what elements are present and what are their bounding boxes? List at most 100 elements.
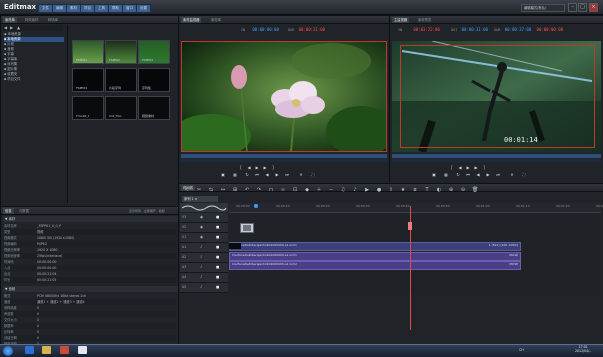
step-forward-icon[interactable]: ▶ (474, 166, 478, 170)
tab-effects[interactable]: 特效素材 (23, 17, 40, 23)
insert-icon[interactable]: ▣ (221, 173, 225, 177)
razor-tool-icon[interactable]: ✂ (196, 187, 202, 193)
sequence-tab[interactable]: 序列 1 × (182, 196, 218, 202)
menu-file[interactable]: 文件 (38, 4, 53, 13)
step-back-icon[interactable]: ◀ (458, 166, 462, 170)
clip-thumbnail[interactable]: Fmo16_t (72, 96, 104, 120)
program-video-frame[interactable]: 00:01:14 (392, 41, 601, 152)
visibility-icon[interactable]: ◉ (200, 215, 203, 219)
workspace-select[interactable]: 编辑模式(默认) (521, 4, 565, 12)
track-header[interactable]: A4 ♪ ■ (180, 273, 228, 283)
section-audio[interactable]: ▼ 音频 (3, 286, 178, 292)
visibility-icon[interactable]: ◉ (200, 225, 203, 229)
delete-track-icon[interactable]: － (328, 187, 334, 193)
add-track-icon[interactable]: ＋ (316, 187, 322, 193)
menu-project[interactable]: 项目 (80, 4, 95, 13)
lock-icon[interactable]: ■ (216, 235, 219, 239)
play-reverse-icon[interactable]: ◀ (476, 173, 480, 177)
program-scrub-bar[interactable] (392, 154, 601, 158)
marker-icon[interactable]: ◆ (304, 187, 310, 193)
menu-tools[interactable]: 工具 (94, 4, 109, 13)
export-icon[interactable]: ⇪ (388, 187, 394, 193)
clip-thumbnail[interactable]: FSPP02 (105, 40, 137, 64)
back-icon[interactable]: ◀ (4, 25, 7, 30)
audio-icon[interactable]: ♪ (200, 265, 202, 269)
zoom-out-icon[interactable]: ⊖ (460, 187, 466, 193)
splitter[interactable] (67, 25, 68, 203)
step-back-icon[interactable]: ◀ (247, 166, 251, 170)
property-row[interactable]: 时长 00:00:21:05 (4, 277, 176, 283)
goto-start-icon[interactable]: ⏮ (466, 173, 470, 177)
clip-thumbnail[interactable]: FSPP01 (72, 40, 104, 64)
tab-transitions[interactable]: 转场库 (46, 17, 60, 23)
mark-out-icon[interactable]: ] (482, 166, 486, 170)
transition-icon[interactable]: ⧖ (412, 187, 418, 193)
loop-icon[interactable]: ↻ (245, 173, 249, 177)
properties-options[interactable]: 显示所有 · 全部展开 · 收起 (129, 208, 165, 214)
menu-window[interactable]: 窗口 (122, 4, 137, 13)
track-header[interactable]: A5 ♪ ■ (180, 283, 228, 293)
maximize-button[interactable]: □ (578, 3, 587, 12)
track-header[interactable]: A2 ♪ ■ (180, 253, 228, 263)
clip-thumbnail[interactable]: 片段序列 (105, 68, 137, 92)
capture-icon[interactable]: ● (376, 187, 382, 193)
media-player-icon[interactable] (60, 346, 69, 354)
tab-source-monitor[interactable]: 素材监视器 (181, 17, 202, 23)
audio-icon[interactable]: ♪ (200, 255, 202, 259)
menu-help[interactable]: 帮助 (108, 4, 123, 13)
editmax-task-icon[interactable] (78, 346, 87, 354)
volume-icon[interactable]: ♪ (352, 187, 358, 193)
lift-icon[interactable]: ▣ (432, 173, 436, 177)
clip-thumbnail[interactable]: Cnt_fmo (105, 96, 137, 120)
tab-metadata[interactable]: 元数据 (17, 208, 31, 214)
play-reverse-icon[interactable]: ◀ (265, 173, 269, 177)
section-clip[interactable]: ▼ 素材 (3, 216, 178, 222)
source-video-frame[interactable] (181, 41, 387, 152)
zoom-in-icon[interactable]: ⊕ (448, 187, 454, 193)
extract-icon[interactable]: ▦ (444, 173, 448, 177)
audio-mixer-icon[interactable]: ♫ (340, 187, 346, 193)
lock-icon[interactable]: ■ (216, 255, 219, 259)
language-indicator[interactable]: CH (519, 348, 524, 352)
overwrite-icon[interactable]: ▦ (233, 173, 237, 177)
menu-settings[interactable]: 设置 (136, 4, 151, 13)
ie-icon[interactable] (25, 346, 34, 354)
render-icon[interactable]: ▶ (364, 187, 370, 193)
audio-icon[interactable]: ♪ (200, 285, 202, 289)
redo-icon[interactable]: ↷ (256, 187, 262, 193)
track-header[interactable]: V3 ◉ ■ (180, 213, 228, 223)
clear-marks-icon[interactable]: ✕ (299, 173, 303, 177)
goto-end-icon[interactable]: ⏭ (285, 173, 289, 177)
minimize-button[interactable]: – (568, 3, 577, 12)
effects-icon[interactable]: ★ (400, 187, 406, 193)
title-icon[interactable]: T (424, 187, 430, 193)
fullscreen-icon[interactable]: ⛶ (311, 173, 315, 177)
audio-icon[interactable]: ♪ (200, 245, 202, 249)
goto-end-icon[interactable]: ⏭ (496, 173, 500, 177)
lock-icon[interactable]: ■ (216, 215, 219, 219)
mark-in-icon[interactable]: [ (239, 166, 243, 170)
goto-start-icon[interactable]: ⏮ (255, 173, 259, 177)
tab-info[interactable]: 信息 (3, 208, 14, 214)
clip-a1[interactable]: CiarfanaDeRiberaJantzik02060909-a1 bch1 … (229, 252, 521, 261)
clock[interactable]: 17:01 2012/04/.. (575, 345, 591, 353)
track-header[interactable]: V2 ◉ ■ (180, 223, 228, 233)
undo-icon[interactable]: ↶ (244, 187, 250, 193)
group-icon[interactable]: ⊡ (292, 187, 298, 193)
menu-edit[interactable]: 编辑 (52, 4, 67, 13)
lock-icon[interactable]: ■ (216, 285, 219, 289)
play-forward-icon[interactable]: ▶ (275, 173, 279, 177)
playhead-marker[interactable] (408, 222, 412, 230)
in-point-marker[interactable] (254, 204, 258, 208)
clip-thumbnail[interactable]: FSPP03 (138, 40, 170, 64)
play-icon[interactable]: ▶ (255, 166, 259, 170)
ripple-icon[interactable]: ⇆ (208, 187, 214, 193)
clip-a2[interactable]: CiarfanaDeRiberaJantzik02060909-a1 bch2 … (229, 261, 521, 270)
mark-out-icon[interactable]: ] (271, 166, 275, 170)
tree-item[interactable]: ▪ 项目文件 (4, 77, 64, 82)
clip-thumbnail[interactable]: FSPP04 (72, 68, 104, 92)
track-header[interactable]: A3 ♪ ■ (180, 263, 228, 273)
lock-icon[interactable]: ■ (216, 225, 219, 229)
track-header[interactable]: V1 ◉ ■ (180, 233, 228, 243)
up-folder-icon[interactable]: ▲ (17, 25, 20, 30)
